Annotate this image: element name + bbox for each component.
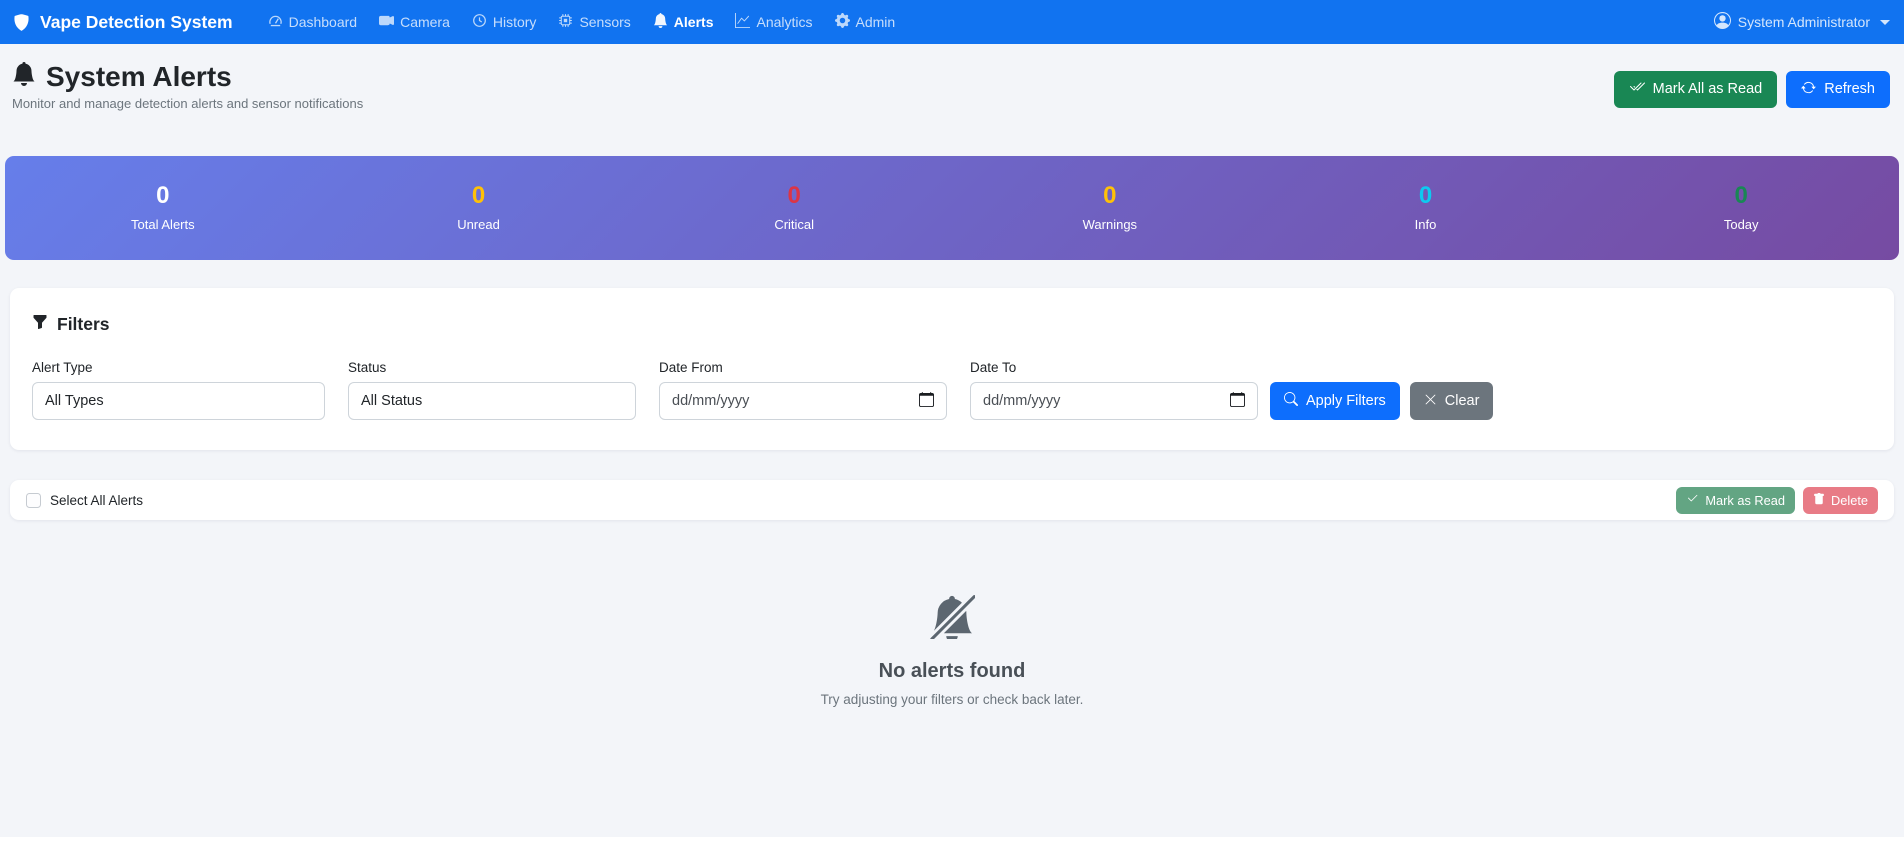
stat-unread: 0 Unread bbox=[321, 184, 637, 232]
header-actions: Mark All as Read Refresh bbox=[1614, 71, 1890, 108]
brand[interactable]: Vape Detection System bbox=[12, 12, 233, 33]
page-subtitle: Monitor and manage detection alerts and … bbox=[12, 96, 363, 111]
clock-history-icon bbox=[472, 13, 487, 31]
mark-as-read-button[interactable]: Mark as Read bbox=[1676, 487, 1795, 514]
nav-item-admin[interactable]: Admin bbox=[826, 7, 905, 37]
nav-item-analytics[interactable]: Analytics bbox=[726, 7, 821, 37]
bulk-buttons: Mark as Read Delete bbox=[1676, 487, 1878, 514]
filters-title: Filters bbox=[32, 314, 1872, 335]
status-select[interactable]: All Status bbox=[348, 382, 636, 420]
select-all-checkbox[interactable] bbox=[26, 493, 41, 508]
stat-today: 0 Today bbox=[1583, 184, 1899, 232]
bell-icon bbox=[653, 13, 668, 31]
graph-up-icon bbox=[735, 13, 750, 31]
arrow-repeat-icon bbox=[1801, 80, 1816, 99]
calendar-icon[interactable] bbox=[919, 392, 934, 411]
bell-slash-icon bbox=[929, 593, 975, 644]
date-to-input[interactable]: dd/mm/yyyy bbox=[970, 382, 1258, 420]
brand-label: Vape Detection System bbox=[40, 12, 233, 33]
cpu-icon bbox=[558, 13, 573, 31]
funnel-icon bbox=[32, 314, 48, 335]
delete-button[interactable]: Delete bbox=[1803, 487, 1878, 514]
empty-state-subtitle: Try adjusting your filters or check back… bbox=[821, 692, 1084, 707]
apply-filters-button[interactable]: Apply Filters bbox=[1270, 382, 1400, 420]
status-label: Status bbox=[348, 360, 636, 375]
empty-state-title: No alerts found bbox=[879, 660, 1026, 683]
shield-icon bbox=[12, 13, 31, 32]
stat-info: 0 Info bbox=[1268, 184, 1584, 232]
calendar-icon[interactable] bbox=[1230, 392, 1245, 411]
stat-critical: 0 Critical bbox=[636, 184, 952, 232]
nav-item-dashboard[interactable]: Dashboard bbox=[259, 7, 367, 37]
page-header: System Alerts Monitor and manage detecti… bbox=[0, 44, 1904, 111]
date-from-label: Date From bbox=[659, 360, 947, 375]
stat-value-warnings: 0 bbox=[1103, 184, 1116, 208]
person-circle-icon bbox=[1714, 12, 1731, 32]
filter-row: Alert Type All Types Status All Status D… bbox=[32, 360, 1872, 420]
select-all: Select All Alerts bbox=[26, 493, 143, 508]
stat-value-today: 0 bbox=[1735, 184, 1748, 208]
x-icon bbox=[1424, 393, 1437, 410]
stats-bar: 0 Total Alerts 0 Unread 0 Critical 0 War… bbox=[5, 156, 1899, 260]
stat-value-info: 0 bbox=[1419, 184, 1432, 208]
alert-type-label: Alert Type bbox=[32, 360, 325, 375]
navbar: Vape Detection System Dashboard Camera H… bbox=[0, 0, 1904, 44]
refresh-button[interactable]: Refresh bbox=[1786, 71, 1890, 108]
stat-total-alerts: 0 Total Alerts bbox=[5, 184, 321, 232]
bulk-actions-bar: Select All Alerts Mark as Read Delete bbox=[10, 480, 1894, 520]
nav-item-camera[interactable]: Camera bbox=[370, 7, 459, 37]
page-title: System Alerts bbox=[12, 61, 363, 93]
user-menu[interactable]: System Administrator bbox=[1714, 12, 1890, 32]
caret-down-icon bbox=[1880, 20, 1890, 25]
page: Vape Detection System Dashboard Camera H… bbox=[0, 0, 1904, 837]
check-all-icon bbox=[1629, 79, 1645, 99]
stat-warnings: 0 Warnings bbox=[952, 184, 1268, 232]
user-label: System Administrator bbox=[1738, 14, 1870, 30]
speedometer-icon bbox=[268, 13, 283, 31]
nav-links: Dashboard Camera History Sensors Alerts … bbox=[259, 7, 905, 37]
bell-icon bbox=[12, 61, 36, 93]
trash-icon bbox=[1813, 493, 1825, 508]
stat-value-unread: 0 bbox=[472, 184, 485, 208]
nav-item-history[interactable]: History bbox=[463, 7, 546, 37]
alert-type-select[interactable]: All Types bbox=[32, 382, 325, 420]
stat-value-critical: 0 bbox=[788, 184, 801, 208]
empty-state: No alerts found Try adjusting your filte… bbox=[0, 593, 1904, 707]
stat-value-total: 0 bbox=[156, 184, 169, 208]
camera-video-icon bbox=[379, 13, 394, 31]
search-icon bbox=[1284, 392, 1298, 410]
date-from-input[interactable]: dd/mm/yyyy bbox=[659, 382, 947, 420]
nav-item-alerts[interactable]: Alerts bbox=[644, 7, 723, 37]
select-all-label: Select All Alerts bbox=[50, 493, 143, 508]
nav-item-sensors[interactable]: Sensors bbox=[549, 7, 639, 37]
check-icon bbox=[1686, 492, 1699, 508]
filter-buttons: Apply Filters Clear bbox=[1270, 382, 1493, 420]
clear-filters-button[interactable]: Clear bbox=[1410, 382, 1494, 420]
filters-card: Filters Alert Type All Types Status All … bbox=[10, 288, 1894, 450]
mark-all-read-button[interactable]: Mark All as Read bbox=[1614, 71, 1778, 108]
date-to-label: Date To bbox=[970, 360, 1258, 375]
gear-icon bbox=[835, 13, 850, 31]
